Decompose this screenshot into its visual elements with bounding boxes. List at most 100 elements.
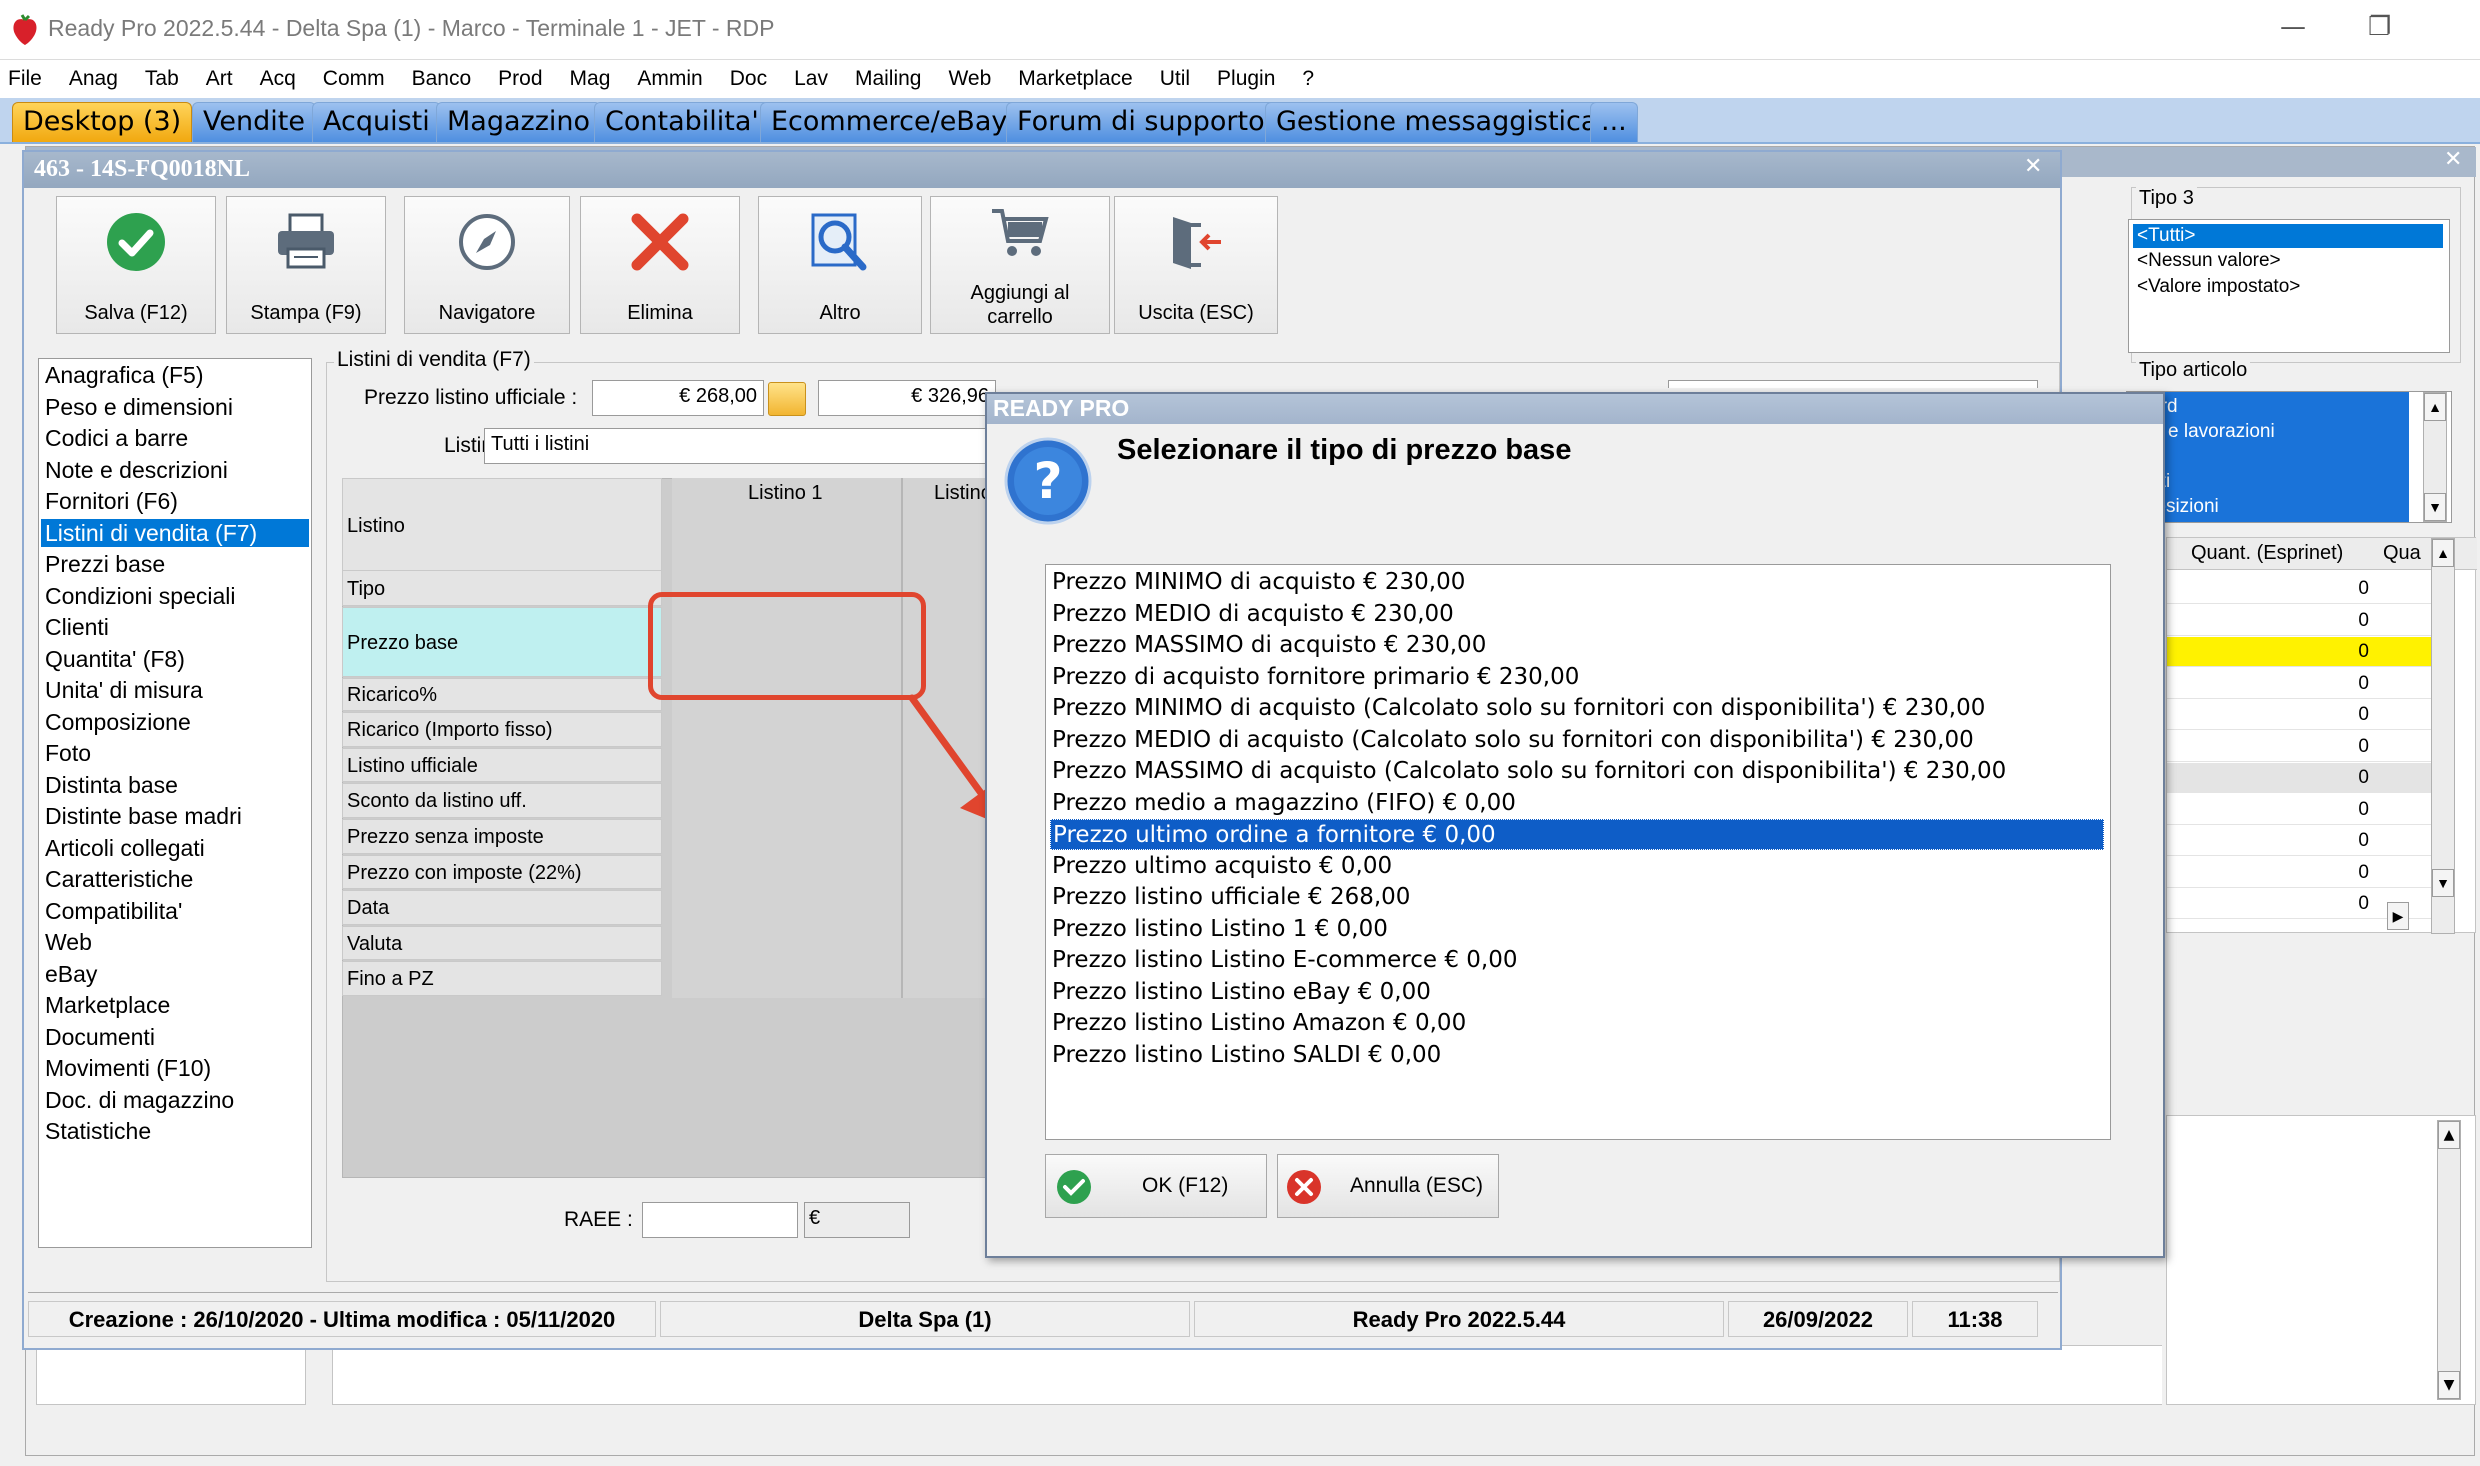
menu-file[interactable]: File (8, 67, 42, 91)
notes-box[interactable]: ▲ ▼ (2166, 1115, 2476, 1405)
sidebar-item[interactable]: Fornitori (F6) (45, 487, 178, 515)
menu-doc[interactable]: Doc (730, 67, 767, 91)
price-type-option[interactable]: Prezzo listino Listino SALDI € 0,00 (1050, 1040, 2104, 1071)
menu-ammin[interactable]: Ammin (637, 67, 702, 91)
menu-acq[interactable]: Acq (260, 67, 296, 91)
price-type-option[interactable]: Prezzo MASSIMO di acquisto (Calcolato so… (1050, 756, 2104, 787)
menu-comm[interactable]: Comm (323, 67, 385, 91)
sidebar-item[interactable]: Statistiche (45, 1117, 151, 1145)
tab-forum[interactable]: Forum di supporto (1006, 102, 1276, 142)
add-to-cart-button[interactable]: Aggiungi al carrello (930, 196, 1110, 334)
menu-mailing[interactable]: Mailing (855, 67, 922, 91)
tab-desktop[interactable]: Desktop (3) (12, 102, 193, 142)
price-type-option[interactable]: Prezzo listino ufficiale € 268,00 (1050, 882, 2104, 913)
lower-text-area[interactable] (332, 1345, 2162, 1405)
tab-magazzino[interactable]: Magazzino (436, 102, 602, 142)
menu-tab[interactable]: Tab (145, 67, 179, 91)
price-type-option[interactable]: Prezzo listino Listino 1 € 0,00 (1050, 914, 2104, 945)
tipo-articolo-list[interactable]: ndard rvizi e lavorazioni trici rianti m… (2126, 391, 2452, 523)
sidebar-item[interactable]: Quantita' (F8) (45, 645, 185, 673)
scroll-down-icon[interactable]: ▼ (2432, 869, 2454, 897)
background-close-button[interactable]: ✕ (2444, 147, 2462, 172)
sidebar-item[interactable]: Anagrafica (F5) (45, 361, 204, 389)
menu-prod[interactable]: Prod (498, 67, 542, 91)
menu-marketplace[interactable]: Marketplace (1018, 67, 1132, 91)
listino-select[interactable]: Tutti i listini (484, 428, 1004, 464)
sidebar-item[interactable]: Unita' di misura (45, 676, 203, 704)
price-type-option[interactable]: Prezzo MINIMO di acquisto € 230,00 (1050, 567, 2104, 598)
scroll-right-icon[interactable]: ▶ (2387, 902, 2409, 930)
ok-button[interactable]: OK (F12) (1045, 1154, 1267, 1218)
official-price-field[interactable]: € 268,00 (592, 380, 764, 416)
sidebar-item[interactable]: Composizione (45, 708, 191, 736)
sidebar-item[interactable]: Distinta base (45, 771, 178, 799)
menu-util[interactable]: Util (1160, 67, 1190, 91)
price-type-option[interactable]: Prezzo MEDIO di acquisto € 230,00 (1050, 599, 2104, 630)
sidebar-item[interactable]: eBay (45, 960, 97, 988)
sidebar-item[interactable]: Prezzi base (45, 550, 165, 578)
price-type-option[interactable]: Prezzo listino Listino Amazon € 0,00 (1050, 1008, 2104, 1039)
sidebar-item[interactable]: Codici a barre (45, 424, 188, 452)
sidebar-item[interactable]: Web (45, 928, 92, 956)
sidebar-item[interactable]: Listini di vendita (F7) (41, 518, 309, 547)
save-button[interactable]: Salva (F12) (56, 196, 216, 334)
tipo3-item[interactable]: <Nessun valore> (2137, 250, 2281, 272)
price-type-option[interactable]: Prezzo listino Listino eBay € 0,00 (1050, 977, 2104, 1008)
tab-acquisti[interactable]: Acquisti (312, 102, 441, 142)
restore-button[interactable]: ❐ (2368, 12, 2391, 42)
delete-button[interactable]: Elimina (580, 196, 740, 334)
price-type-option[interactable]: Prezzo MEDIO di acquisto (Calcolato solo… (1050, 725, 2104, 756)
menu-help[interactable]: ? (1302, 67, 1314, 91)
print-button[interactable]: Stampa (F9) (226, 196, 386, 334)
notes-scrollbar[interactable]: ▲ ▼ (2437, 1120, 2461, 1400)
sidebar-item[interactable]: Doc. di magazzino (45, 1086, 234, 1114)
menu-plugin[interactable]: Plugin (1217, 67, 1275, 91)
menu-lav[interactable]: Lav (794, 67, 828, 91)
scroll-up-icon[interactable]: ▲ (2438, 1121, 2460, 1149)
raee-field[interactable] (642, 1202, 798, 1238)
menu-banco[interactable]: Banco (412, 67, 472, 91)
folder-icon[interactable] (768, 382, 806, 416)
menu-web[interactable]: Web (948, 67, 991, 91)
sidebar-item[interactable]: Condizioni speciali (45, 582, 236, 610)
tab-messaggistica[interactable]: Gestione messaggistica (1265, 102, 1609, 142)
tab-ecommerce[interactable]: Ecommerce/eBay (760, 102, 1019, 142)
scroll-down-icon[interactable]: ▼ (2424, 493, 2446, 521)
sidebar-item[interactable]: Foto (45, 739, 91, 767)
price-type-option[interactable]: Prezzo medio a magazzino (FIFO) € 0,00 (1050, 788, 2104, 819)
sidebar-item[interactable]: Peso e dimensioni (45, 393, 233, 421)
scroll-down-icon[interactable]: ▼ (2438, 1371, 2460, 1399)
sidebar-item[interactable]: Marketplace (45, 991, 170, 1019)
article-sections-list[interactable]: Anagrafica (F5) Peso e dimensioni Codici a… (38, 358, 312, 1248)
tab-contabilita[interactable]: Contabilita' (594, 102, 770, 142)
sidebar-item[interactable]: Movimenti (F10) (45, 1054, 211, 1082)
scroll-up-icon[interactable]: ▲ (2432, 539, 2454, 567)
qty-scrollbar[interactable]: ▲ ▼ (2431, 538, 2455, 934)
sidebar-item[interactable]: Caratteristiche (45, 865, 193, 893)
price-type-option[interactable]: Prezzo MINIMO di acquisto (Calcolato sol… (1050, 693, 2104, 724)
tipo3-item[interactable]: <Tutti> (2133, 224, 2443, 248)
menu-art[interactable]: Art (206, 67, 233, 91)
tipo3-list[interactable]: <Tutti> <Nessun valore> <Valore impostat… (2128, 219, 2450, 353)
price-type-option[interactable]: Prezzo ultimo acquisto € 0,00 (1050, 851, 2104, 882)
exit-button[interactable]: Uscita (ESC) (1114, 196, 1278, 334)
sidebar-item[interactable]: Articoli collegati (45, 834, 205, 862)
price-type-option[interactable]: Prezzo MASSIMO di acquisto € 230,00 (1050, 630, 2104, 661)
tab-more[interactable]: ... (1590, 102, 1638, 142)
sidebar-item[interactable]: Documenti (45, 1023, 155, 1051)
official-price-vat-field[interactable]: € 326,96 (818, 380, 996, 416)
article-close-button[interactable]: ✕ (2024, 154, 2042, 179)
menu-mag[interactable]: Mag (570, 67, 611, 91)
price-type-option[interactable]: Prezzo listino Listino E-commerce € 0,00 (1050, 945, 2104, 976)
tipo-articolo-scrollbar[interactable]: ▲ ▼ (2423, 392, 2447, 522)
price-type-list[interactable]: Prezzo MINIMO di acquisto € 230,00 Prezzo… (1045, 564, 2111, 1140)
tipo3-item[interactable]: <Valore impostato> (2137, 276, 2300, 298)
price-type-option[interactable]: Prezzo di acquisto fornitore primario € … (1050, 662, 2104, 693)
minimize-button[interactable]: — (2280, 12, 2306, 42)
scroll-up-icon[interactable]: ▲ (2424, 393, 2446, 421)
other-button[interactable]: Altro (758, 196, 922, 334)
navigator-button[interactable]: Navigatore (404, 196, 570, 334)
sidebar-item[interactable]: Clienti (45, 613, 109, 641)
sidebar-item[interactable]: Compatibilita' (45, 897, 182, 925)
sidebar-item[interactable]: Distinte base madri (45, 802, 242, 830)
